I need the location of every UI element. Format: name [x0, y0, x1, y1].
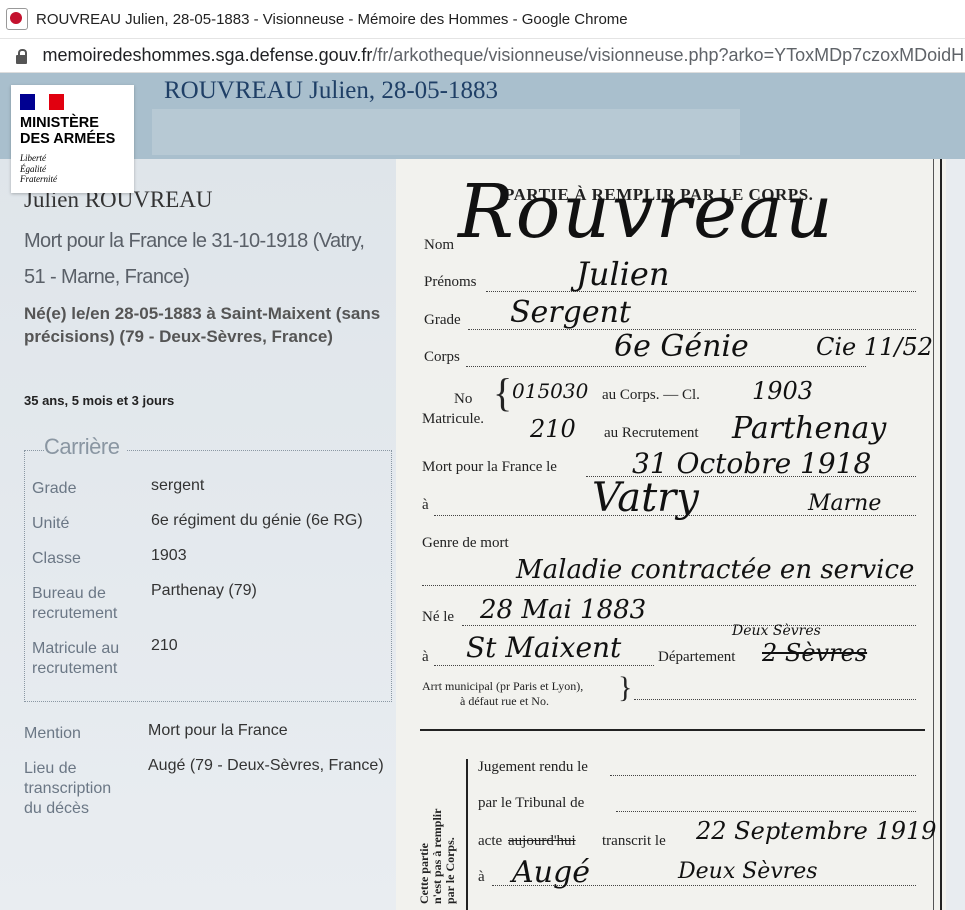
death-info: Mort pour la France le 31-10-1918 (Vatry… [24, 230, 365, 288]
url-host: memoiredeshommes.sga.defense.gouv.fr [42, 45, 373, 65]
scan-lieu-value: Vatry [592, 475, 699, 521]
scan-ne-lieu: St Maixent [466, 631, 622, 664]
address-bar[interactable]: memoiredeshommes.sga.defense.gouv.fr/fr/… [0, 39, 965, 73]
scan-grade-value: Sergent [510, 295, 631, 330]
window-title: ROUVREAU Julien, 28-05-1883 - Visionneus… [36, 10, 628, 28]
scan-a-label: à [422, 497, 429, 513]
scan-dotted-line [616, 811, 916, 812]
scan-nom-value: Rouvreau [458, 169, 835, 255]
scan-genre-value: Maladie contractée en service [516, 555, 915, 585]
scan-classe-value: 1903 [752, 377, 814, 405]
birth-info: Né(e) le/en 28-05-1883 à Saint-Maixent (… [24, 304, 381, 346]
career-value: 1903 [151, 547, 187, 564]
scan-lieu-dept: Marne [808, 491, 882, 516]
age-at-death: 35 ans, 5 mois et 3 jours [24, 393, 175, 408]
scan-tribunal-label: par le Tribunal de [478, 795, 585, 811]
browser-title-bar: ROUVREAU Julien, 28-05-1883 - Visionneus… [0, 0, 965, 39]
scan-corps-cie: Cie 11/52 [816, 333, 934, 361]
scan-matricule-label: Matricule. [422, 411, 485, 427]
scan-dept-correction: Deux Sèvres [732, 623, 821, 639]
scan-dotted-line [634, 699, 916, 700]
career-value: 210 [151, 637, 178, 654]
scan-separator [420, 729, 925, 731]
scan-brace: } [618, 671, 633, 704]
career-legend: Carrière [44, 434, 128, 460]
career-value: Parthenay (79) [151, 582, 257, 599]
scan-vertical-rule [466, 759, 468, 910]
ministere-des-armees-logo[interactable]: MINISTÈRE DES ARMÉES Liberté Égalité Fra… [11, 85, 134, 193]
scan-no-label: No [454, 391, 473, 407]
url-path: /fr/arkotheque/visionneuse/visionneuse.p… [372, 45, 965, 65]
scan-acte-struck: aujourd'hui [508, 833, 576, 849]
scan-acte-label: acte [478, 833, 503, 849]
logo-motto: Liberté Égalité Fraternité [20, 153, 57, 185]
scan-recrut-city: Parthenay [732, 411, 887, 446]
page-header: ROUVREAU Julien, 28-05-1883 [0, 73, 965, 159]
url-text[interactable]: memoiredeshommes.sga.defense.gouv.fr/fr/… [42, 45, 965, 66]
record-info-panel: Julien ROUVREAU Mort pour la France le 3… [0, 159, 396, 910]
scan-dotted-line [466, 366, 866, 367]
scan-transcrit-dept: Deux Sèvres [678, 859, 818, 884]
scan-dept-value: 2 Sèvres [762, 639, 868, 667]
logo-motto-3: Fraternité [20, 174, 57, 184]
scan-arr-line1: Arrt municipal (pr Paris et Lyon), [422, 679, 584, 693]
scan-ne-label: Né le [422, 609, 455, 625]
scan-nom-label: Nom [424, 237, 454, 253]
scan-side-note: Cette partie n'est pas à remplir par le … [417, 809, 457, 904]
scan-au-recrutement: au Recrutement [604, 425, 699, 441]
scan-recrut-value: 210 [530, 415, 576, 443]
scan-transcrit-lieu: Augé [512, 855, 590, 890]
scan-brace: { [493, 370, 513, 415]
scan-border [933, 159, 934, 910]
career-label: Grade [32, 480, 77, 497]
logo-motto-1: Liberté [20, 153, 46, 163]
scan-prenoms-label: Prénoms [424, 274, 477, 290]
scan-dotted-line [610, 775, 916, 776]
scan-dotted-line [434, 665, 654, 666]
header-toolbar-area [152, 109, 740, 155]
scan-a3-label: à [478, 869, 485, 885]
scan-mort-label: Mort pour la France le [422, 459, 557, 475]
lock-icon[interactable] [13, 47, 30, 65]
career-value: 6e régiment du génie (6e RG) [151, 512, 363, 529]
scan-au-corps: au Corps. — Cl. [602, 387, 700, 403]
scan-transcrit-label: transcrit le [602, 833, 666, 849]
scan-dotted-line [462, 625, 916, 626]
scan-dotted-line [486, 291, 916, 292]
scan-transcrit-value: 22 Septembre 1919 [696, 817, 937, 845]
scan-corps-label: Corps [424, 349, 460, 365]
scan-corps-value: 6e Génie [614, 329, 749, 364]
scan-grade-label: Grade [424, 312, 461, 328]
scan-a2-label: à [422, 649, 429, 665]
career-value: sergent [151, 477, 205, 494]
site-favicon-icon [6, 8, 28, 30]
logo-motto-2: Égalité [20, 163, 46, 174]
career-label: Unité [32, 515, 70, 532]
career-label: Matricule au recrutement [32, 640, 120, 677]
scan-dotted-line [422, 585, 916, 586]
career-label: Classe [32, 550, 81, 567]
scan-ne-value: 28 Mai 1883 [480, 595, 647, 625]
detail-value: Augé (79 - Deux-Sèvres, France) [148, 757, 384, 774]
detail-value: Mort pour la France [148, 722, 288, 739]
scan-side-note-3: par le Corps. [443, 837, 457, 904]
scan-prenoms-value: Julien [576, 255, 670, 293]
scan-border [940, 159, 942, 910]
page-title: ROUVREAU Julien, 28-05-1883 [164, 77, 499, 104]
scan-dept-label: Département [658, 649, 736, 665]
detail-label: Lieu de transcription du décès [24, 760, 112, 817]
marianne-flag-icon [20, 94, 65, 110]
logo-line-2: DES ARMÉES [20, 131, 116, 147]
logo-line-1: MINISTÈRE [20, 115, 99, 131]
document-scan-viewer[interactable]: PARTIE À REMPLIR PAR LE CORPS. Nom Rouvr… [396, 159, 946, 910]
logo-ministry-name: MINISTÈRE DES ARMÉES [20, 115, 115, 147]
viewer-gutter [946, 159, 965, 910]
detail-label: Mention [24, 725, 81, 742]
scan-no-corps-value: 015030 [512, 379, 589, 403]
scan-arr-line2: à défaut rue et No. [460, 694, 549, 708]
scan-jugement-label: Jugement rendu le [478, 759, 588, 775]
scan-genre-label: Genre de mort [422, 535, 509, 551]
career-label: Bureau de recrutement [32, 585, 118, 622]
